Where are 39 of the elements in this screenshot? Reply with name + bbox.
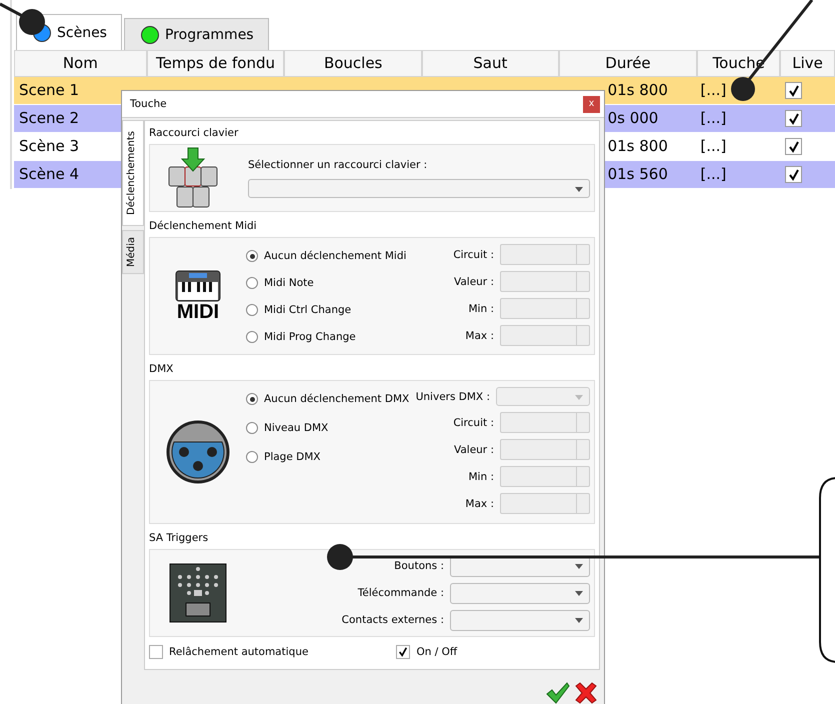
radio-label: Plage DMX bbox=[264, 451, 320, 463]
field-label: Valeur : bbox=[454, 444, 494, 456]
table-cell: Scene 1 bbox=[19, 81, 80, 99]
window-title: Touche bbox=[130, 98, 167, 110]
table-cell: Scène 4 bbox=[19, 165, 80, 183]
table-cell: [...] bbox=[700, 165, 726, 183]
table-cell: Scène 3 bbox=[19, 137, 80, 155]
radio-label: Niveau DMX bbox=[264, 422, 328, 434]
table-cell: 01s 800 bbox=[608, 81, 668, 99]
field-label: Valeur : bbox=[454, 276, 494, 288]
radio-label: Midi Ctrl Change bbox=[264, 304, 352, 316]
section-title: Déclenchement Midi bbox=[149, 220, 257, 232]
table-cell: 01s 560 bbox=[608, 165, 668, 183]
table-cell: [...] bbox=[700, 81, 726, 99]
field-label: Max : bbox=[465, 498, 494, 510]
radio-label: Aucun déclenchement DMX bbox=[264, 393, 410, 405]
field-label: Max : bbox=[465, 330, 494, 342]
field-label: Sélectionner un raccourci clavier : bbox=[248, 158, 428, 170]
section-title: DMX bbox=[149, 363, 174, 375]
field-label: Circuit : bbox=[453, 248, 494, 260]
table-cell: [...] bbox=[700, 109, 726, 127]
section-title: Raccourci clavier bbox=[149, 127, 238, 139]
section-title: SA Triggers bbox=[149, 532, 208, 544]
field-label: Min : bbox=[468, 302, 494, 314]
checkbox-label: On / Off bbox=[416, 646, 458, 658]
radio-label: Midi Prog Change bbox=[264, 331, 356, 343]
radio-label: Aucun déclenchement Midi bbox=[264, 250, 406, 262]
table-cell: 0s 000 bbox=[608, 109, 658, 127]
table-cell: 01s 800 bbox=[608, 137, 668, 155]
field-label: Min : bbox=[468, 470, 494, 482]
field-label: Télécommande : bbox=[358, 587, 444, 599]
table-cell: [...] bbox=[700, 137, 726, 155]
radio-label: Midi Note bbox=[264, 277, 314, 289]
field-label: Contacts externes : bbox=[342, 614, 444, 626]
field-label: Boutons : bbox=[394, 560, 444, 572]
checkbox-label: Relâchement automatique bbox=[169, 646, 308, 658]
table-cell: Scene 2 bbox=[19, 109, 80, 127]
field-label: Circuit : bbox=[453, 416, 494, 428]
field-label: Univers DMX : bbox=[416, 390, 490, 402]
